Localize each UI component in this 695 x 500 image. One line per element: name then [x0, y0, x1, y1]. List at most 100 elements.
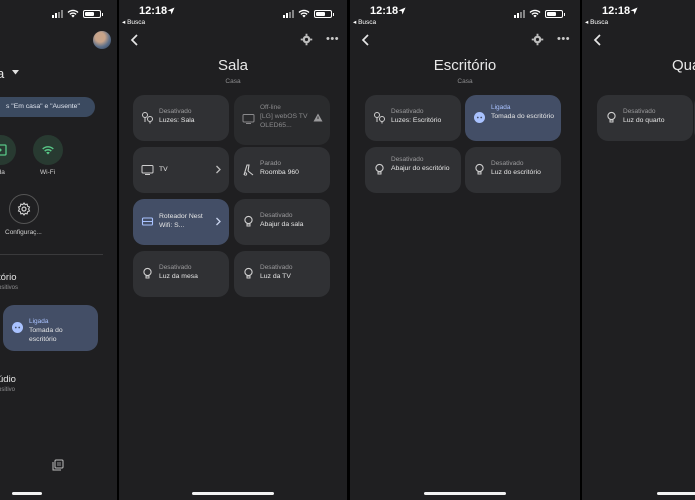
device-status: Desativado: [159, 264, 192, 271]
plug-icon: [12, 322, 23, 333]
device-name: Luz da mesa: [159, 273, 198, 280]
device-card-lights-escritorio[interactable]: Desativado Luzes: Escritório: [365, 95, 461, 141]
device-card-luz-quarto[interactable]: Desativado Luz do quarto: [597, 95, 693, 141]
device-name: Luz do escritório: [491, 169, 541, 176]
device-status: Ligada: [29, 318, 49, 325]
battery-icon: [314, 9, 334, 18]
cellular-signal-icon: [52, 9, 63, 18]
activity-icon[interactable]: [52, 459, 64, 471]
room-panel-quarto: 12:18 ◂ Busca Qua Desativado Luz do quar…: [582, 0, 695, 500]
bulb-icon: [475, 163, 484, 175]
room-subtitle: Casa: [225, 78, 241, 85]
wifi-quick-action-button[interactable]: [33, 135, 63, 165]
device-card-abajur-escritorio[interactable]: Desativado Abajur do escritório: [365, 147, 461, 193]
device-card-luz-tv[interactable]: Desativado Luz da TV: [234, 251, 330, 297]
room-panel-escritorio: 12:18 ◂ Busca ••• Escritório Casa Desati…: [350, 0, 580, 500]
light-group-icon: [374, 112, 385, 124]
home-indicator: [657, 492, 695, 495]
status-icons: [283, 9, 334, 18]
app-bar: •••: [119, 30, 347, 52]
status-bar: [0, 5, 117, 27]
section-subtitle-office: ositivos: [0, 285, 19, 291]
settings-label: Configuraç...: [5, 229, 42, 236]
settings-button[interactable]: [9, 194, 39, 224]
device-card-router[interactable]: Roteador Nest Wifi: S...: [133, 199, 229, 245]
battery-icon: [83, 9, 103, 18]
light-group-icon: [142, 112, 153, 124]
status-bar: 12:18 ◂ Busca: [350, 5, 580, 27]
location-arrow-icon: [167, 7, 175, 15]
wifi-icon: [529, 9, 541, 18]
device-name: Luz do quarto: [623, 117, 665, 124]
warning-icon: [313, 113, 323, 122]
more-options-icon[interactable]: •••: [326, 33, 339, 45]
back-arrow-icon[interactable]: [127, 32, 143, 48]
back-to-search-label[interactable]: ◂ Busca: [122, 18, 145, 26]
device-status: Desativado: [159, 108, 192, 115]
device-card-lights-sala[interactable]: Desativado Luzes: Sala: [133, 95, 229, 141]
cellular-signal-icon: [514, 9, 525, 18]
avatar[interactable]: [93, 31, 111, 49]
bulb-icon: [244, 215, 253, 227]
section-title-audio[interactable]: údio: [0, 374, 16, 385]
device-card-tv[interactable]: TV: [133, 147, 229, 193]
device-name: Luz da TV: [260, 273, 291, 280]
device-card-roomba[interactable]: Parado Roomba 960: [234, 147, 330, 193]
back-to-search-label[interactable]: ◂ Busca: [585, 18, 608, 26]
router-icon: [141, 217, 154, 226]
routine-chip[interactable]: s "Em casa" e "Ausente": [0, 97, 95, 117]
room-title: Qua: [672, 57, 695, 74]
routine-chip-label: s "Em casa" e "Ausente": [6, 103, 80, 110]
device-card-lg-tv[interactable]: Off-line [LG] webOS TV OLED65...: [234, 95, 330, 145]
device-name: Abajur da sala: [260, 221, 304, 228]
wifi-icon: [67, 9, 79, 18]
gear-icon: [17, 202, 31, 216]
divider: [0, 254, 103, 255]
caret-down-icon[interactable]: [12, 70, 19, 75]
status-time: 12:18: [370, 5, 399, 17]
device-name: Tomada do escritório: [29, 327, 63, 343]
device-card-office-plug[interactable]: Ligada Tomada do escritório: [465, 95, 561, 141]
back-arrow-icon[interactable]: [590, 32, 606, 48]
vacuum-icon: [243, 164, 254, 176]
wifi-icon: [298, 9, 310, 18]
chevron-right-icon: [216, 217, 221, 226]
gear-icon[interactable]: [531, 33, 544, 46]
more-options-icon[interactable]: •••: [557, 33, 570, 45]
location-arrow-icon: [398, 7, 406, 15]
device-card-luz-escritorio[interactable]: Desativado Luz do escritório: [465, 147, 561, 193]
plug-icon: [474, 112, 485, 123]
home-name[interactable]: a: [0, 66, 4, 81]
device-status: Desativado: [260, 212, 293, 219]
device-name: Luzes: Escritório: [391, 117, 442, 124]
chevron-right-icon: [216, 165, 221, 174]
app-bar: [582, 30, 695, 52]
section-title-office[interactable]: tório: [0, 272, 16, 283]
quick-action-button[interactable]: [0, 135, 16, 165]
status-icons: [514, 9, 565, 18]
device-card-abajur-sala[interactable]: Desativado Abajur da sala: [234, 199, 330, 245]
home-overview-panel: a s "Em casa" e "Ausente" ada Wi-Fi Conf…: [0, 0, 117, 500]
tv-icon: [242, 114, 255, 124]
device-name: Roteador Nest Wifi: S...: [159, 213, 203, 229]
home-indicator: [192, 492, 274, 495]
device-status: Desativado: [391, 108, 424, 115]
battery-icon: [545, 9, 565, 18]
device-card-office-plug[interactable]: Ligada Tomada do escritório: [3, 305, 98, 351]
room-title: Sala: [217, 57, 249, 74]
device-name: Roomba 960: [260, 169, 299, 176]
back-to-search-label[interactable]: ◂ Busca: [353, 18, 376, 26]
gear-icon[interactable]: [300, 33, 313, 46]
back-arrow-icon[interactable]: [358, 32, 374, 48]
cellular-signal-icon: [283, 9, 294, 18]
device-name: [LG] webOS TV OLED65...: [260, 113, 308, 129]
device-status: Off-line: [260, 104, 281, 111]
device-card-luz-mesa[interactable]: Desativado Luz da mesa: [133, 251, 229, 297]
room-title: Escritório: [433, 57, 497, 74]
status-icons: [52, 9, 103, 18]
device-status: Desativado: [260, 264, 293, 271]
room-panel-sala: 12:18 ◂ Busca ••• Sala Casa Desativado L…: [119, 0, 347, 500]
device-name: Tomada do escritório: [491, 113, 555, 120]
status-time: 12:18: [602, 5, 631, 17]
bulb-icon: [143, 267, 152, 279]
